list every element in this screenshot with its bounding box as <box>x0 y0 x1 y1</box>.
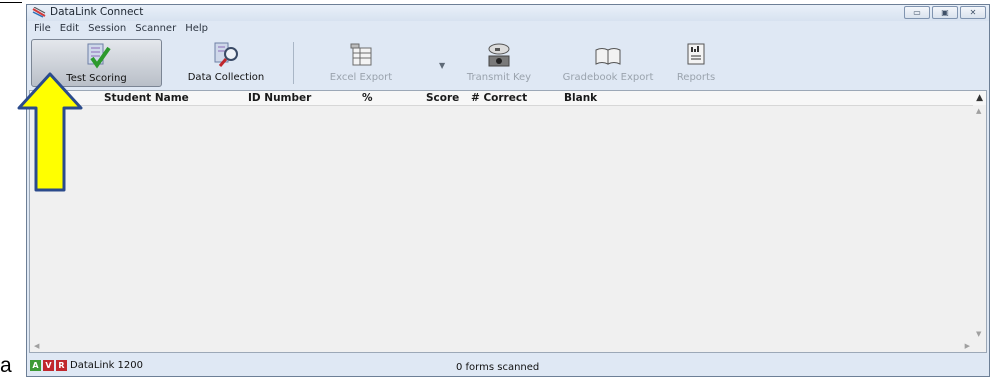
scroll-down-icon[interactable]: ▼ <box>976 330 981 338</box>
scroll-right-icon[interactable]: ▶ <box>965 340 970 352</box>
excel-export-button[interactable]: Excel Export <box>323 39 399 87</box>
column-correct[interactable]: # Correct <box>471 91 527 105</box>
results-grid[interactable]: Student Name ID Number % Score # Correct… <box>29 90 987 353</box>
transmit-key-icon <box>488 43 510 67</box>
scanner-device-name: DataLink 1200 <box>70 360 143 371</box>
vertical-scrollbar[interactable]: ▲ ▼ <box>973 105 986 340</box>
scroll-up-icon[interactable]: ▲ <box>976 107 981 115</box>
app-window: DataLink Connect ▭ ▣ ✕ File Edit Session… <box>26 4 990 377</box>
reports-icon <box>687 43 705 65</box>
menu-bar: File Edit Session Scanner Help <box>27 22 989 36</box>
column-id-number[interactable]: ID Number <box>248 91 311 105</box>
column-header-row: Student Name ID Number % Score # Correct… <box>30 91 986 106</box>
excel-export-label: Excel Export <box>329 72 393 83</box>
data-collection-icon <box>214 42 238 67</box>
scroll-left-icon[interactable]: ◀ <box>34 340 39 352</box>
menu-session[interactable]: Session <box>88 22 126 36</box>
transmit-key-label: Transmit Key <box>466 72 532 83</box>
menu-edit[interactable]: Edit <box>60 22 79 36</box>
status-badge-r: R <box>56 360 67 371</box>
column-blank[interactable]: Blank <box>564 91 597 105</box>
data-collection-label: Data Collection <box>187 72 265 83</box>
reports-label: Reports <box>676 72 716 83</box>
menu-help[interactable]: Help <box>185 22 208 36</box>
column-percent[interactable]: % <box>362 91 373 105</box>
forms-scanned-count: 0 forms scanned <box>456 362 540 373</box>
toolbar: Test Scoring Data Collection Excel Expor… <box>27 36 989 90</box>
title-bar: DataLink Connect ▭ ▣ ✕ <box>27 5 989 21</box>
pointer-arrow-annotation <box>17 72 83 192</box>
status-badge-v: V <box>43 360 54 371</box>
window-title: DataLink Connect <box>50 6 144 18</box>
gradebook-export-button[interactable]: Gradebook Export <box>557 39 659 87</box>
menu-file[interactable]: File <box>34 22 51 36</box>
test-scoring-icon <box>87 43 111 69</box>
maximize-button[interactable]: ▣ <box>932 6 958 19</box>
app-logo-icon <box>32 7 46 18</box>
status-bar: A V R DataLink 1200 0 forms scanned <box>27 355 989 376</box>
column-score[interactable]: Score <box>426 91 459 105</box>
gradebook-export-label: Gradebook Export <box>562 72 654 83</box>
excel-export-icon <box>350 43 372 66</box>
dropdown-arrow-icon[interactable]: ▼ <box>439 61 445 70</box>
figure-label: a <box>0 354 12 377</box>
column-student-name[interactable]: Student Name <box>104 91 189 105</box>
menu-scanner[interactable]: Scanner <box>135 22 176 36</box>
toolbar-separator <box>293 42 294 84</box>
gradebook-icon <box>595 48 621 65</box>
horizontal-scrollbar[interactable]: ◀ ▶ <box>30 340 986 352</box>
status-badge-a: A <box>30 360 41 371</box>
sort-up-icon[interactable]: ▲ <box>976 91 983 105</box>
reports-button[interactable]: Reports <box>669 39 723 87</box>
close-button[interactable]: ✕ <box>960 6 986 19</box>
top-rule <box>0 2 22 3</box>
transmit-key-button[interactable]: Transmit Key <box>457 39 541 87</box>
minimize-button[interactable]: ▭ <box>904 6 930 19</box>
data-collection-button[interactable]: Data Collection <box>171 39 281 87</box>
